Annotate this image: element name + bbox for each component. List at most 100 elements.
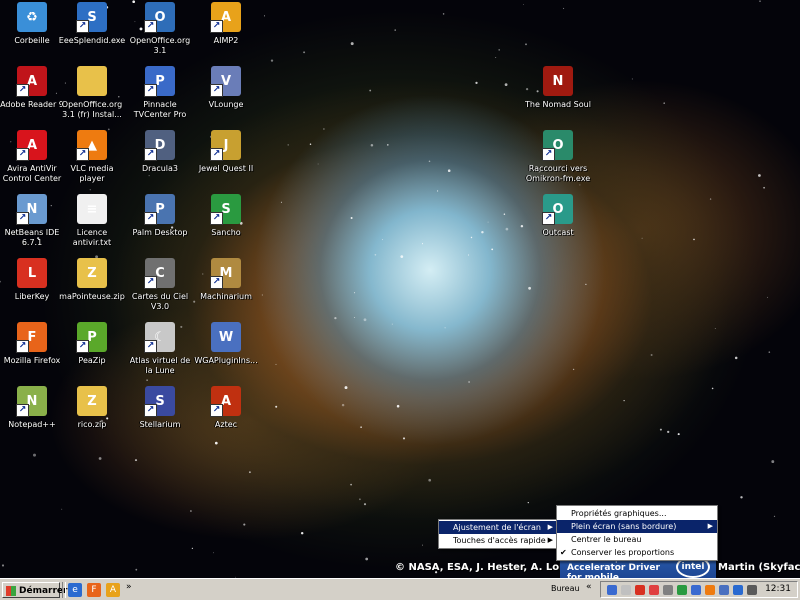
shortcut-arrow-icon: ↗: [16, 404, 29, 417]
star: [641, 237, 643, 239]
quick-launch-overflow-button[interactable]: »: [126, 582, 132, 592]
star: [631, 78, 633, 80]
desktop-icon[interactable]: N The Nomad Soul: [520, 66, 596, 130]
desktop-icon[interactable]: V ↗ VLounge: [188, 66, 264, 130]
submenu-arrow-icon: ▶: [547, 523, 553, 531]
desktop-icon[interactable]: O ↗ Outcast: [520, 194, 596, 258]
desktop-icon[interactable]: A ↗ Aztec: [188, 386, 264, 450]
desktop-icon[interactable]: W WGAPluginIns...: [188, 322, 264, 386]
star: [369, 89, 372, 92]
shortcut-arrow-icon: ↗: [76, 148, 89, 161]
desktop-icon[interactable]: ▲ ↗ VLC media player: [54, 130, 130, 194]
menu-item-label: Conserver les proportions: [571, 548, 675, 557]
tray-icon[interactable]: [621, 585, 631, 595]
desktop-icon-label: OpenOffice.org 3.1 (fr) Instal...: [61, 100, 123, 119]
desktop-icon[interactable]: M ↗ Machinarium: [188, 258, 264, 322]
desktop-icon[interactable]: P ↗ PeaZip: [54, 322, 130, 386]
star: [523, 4, 524, 5]
star: [759, 0, 761, 2]
star: [437, 190, 439, 192]
star: [374, 253, 377, 256]
star: [563, 7, 565, 9]
desktop-icon[interactable]: ZmaPointeuse.zip: [54, 258, 130, 322]
bureau-toolbar-label[interactable]: Bureau: [551, 584, 580, 593]
internet-explorer-icon[interactable]: e: [68, 583, 82, 597]
star: [470, 236, 473, 239]
desktop-icon[interactable]: D ↗ Dracula3: [122, 130, 198, 194]
desktop-icon[interactable]: P ↗ Palm Desktop: [122, 194, 198, 258]
desktop-icon[interactable]: P ↗ Pinnacle TVCenter Pro: [122, 66, 198, 130]
tray-icon[interactable]: [635, 585, 645, 595]
start-button[interactable]: Démarrer: [2, 582, 67, 598]
tray-icon[interactable]: [733, 585, 743, 595]
desktop-icon[interactable]: ☾ ↗ Atlas virtuel de la Lune: [122, 322, 198, 386]
desktop-icon[interactable]: A ↗ AIMP2: [188, 2, 264, 66]
menu-item[interactable]: ✔ Conserver les proportions: [557, 546, 717, 559]
tray-icon[interactable]: [677, 585, 687, 595]
vlc-icon: ▲ ↗: [76, 130, 107, 161]
desktop-icon[interactable]: S ↗ Stellarium: [122, 386, 198, 450]
tray-icon[interactable]: [705, 585, 715, 595]
star: [505, 227, 509, 231]
desktop-icon-label: Palm Desktop: [132, 228, 188, 237]
desktop-icon[interactable]: OpenOffice.org 3.1 (fr) Instal...: [54, 66, 130, 130]
desktop-icon-label: Outcast: [542, 228, 574, 237]
shortcut-arrow-icon: ↗: [16, 212, 29, 225]
desktop-icon[interactable]: ≡ Licence antivir.txt: [54, 194, 130, 258]
aimp-icon[interactable]: A: [106, 583, 120, 597]
star: [303, 51, 306, 54]
star: [1, 564, 5, 567]
folder-icon: [77, 66, 107, 96]
star: [659, 428, 662, 431]
star: [191, 547, 194, 550]
vlounge-icon: V ↗: [210, 66, 241, 97]
menu-item[interactable]: Touches d'accès rapide ▶: [439, 534, 557, 547]
pinnacle-icon: P ↗: [144, 66, 175, 97]
star: [481, 230, 484, 234]
desktop-icon[interactable]: S ↗ Sancho: [188, 194, 264, 258]
star: [428, 478, 432, 482]
star: [525, 43, 527, 46]
desktop-icon[interactable]: O ↗ Raccourci vers Omikron-fm.exe: [520, 130, 596, 194]
desktop-icon-label: Dracula3: [141, 164, 179, 173]
desktop-icon[interactable]: S ↗ EeeSplendid.exe: [54, 2, 130, 66]
desktop-icon-label: VLC media player: [70, 164, 114, 183]
star: [363, 318, 367, 322]
menu-item[interactable]: Propriétés graphiques...: [557, 507, 717, 520]
menu-item[interactable]: Plein écran (sans bordure) ▶: [557, 520, 717, 533]
tray-icon[interactable]: [747, 585, 757, 595]
desktop-icon[interactable]: C ↗ Cartes du Ciel V3.0: [122, 258, 198, 322]
tray-icon[interactable]: [719, 585, 729, 595]
star: [767, 296, 769, 298]
wallpaper-credit-end: Martin (Skyfactory): [718, 562, 800, 573]
tray-icon[interactable]: [691, 585, 701, 595]
star: [350, 42, 354, 46]
machinarium-icon: M ↗: [210, 258, 241, 289]
zip-folder-icon: Z: [77, 258, 107, 288]
firefox-icon[interactable]: F: [87, 583, 101, 597]
tray-expand-button[interactable]: «: [586, 582, 592, 592]
desktop-icon[interactable]: J ↗ Jewel Quest II: [188, 130, 264, 194]
moon-atlas-icon: ☾ ↗: [144, 322, 175, 353]
shortcut-arrow-icon: ↗: [210, 276, 223, 289]
star: [134, 459, 138, 462]
tray-icon[interactable]: [649, 585, 659, 595]
star: [734, 356, 738, 360]
tray-icon[interactable]: [607, 585, 617, 595]
zip-folder-icon: Z: [77, 386, 107, 416]
checkmark-icon: ✔: [560, 548, 567, 557]
star: [498, 49, 501, 51]
liberkey-icon: L: [17, 258, 47, 288]
desktop-icon[interactable]: Zrico.zip: [54, 386, 130, 450]
desktop-icon[interactable]: O ↗ OpenOffice.org 3.1: [122, 2, 198, 66]
clock[interactable]: 12:31: [765, 584, 791, 594]
menu-item[interactable]: Ajustement de l'écran ▶: [439, 521, 557, 534]
star: [275, 405, 278, 408]
outcast-icon: O ↗: [542, 194, 573, 225]
shortcut-arrow-icon: ↗: [16, 84, 29, 97]
tray-icon[interactable]: [663, 585, 673, 595]
star: [300, 531, 304, 535]
star: [428, 160, 431, 163]
menu-item[interactable]: Centrer le bureau: [557, 533, 717, 546]
star: [323, 128, 325, 130]
